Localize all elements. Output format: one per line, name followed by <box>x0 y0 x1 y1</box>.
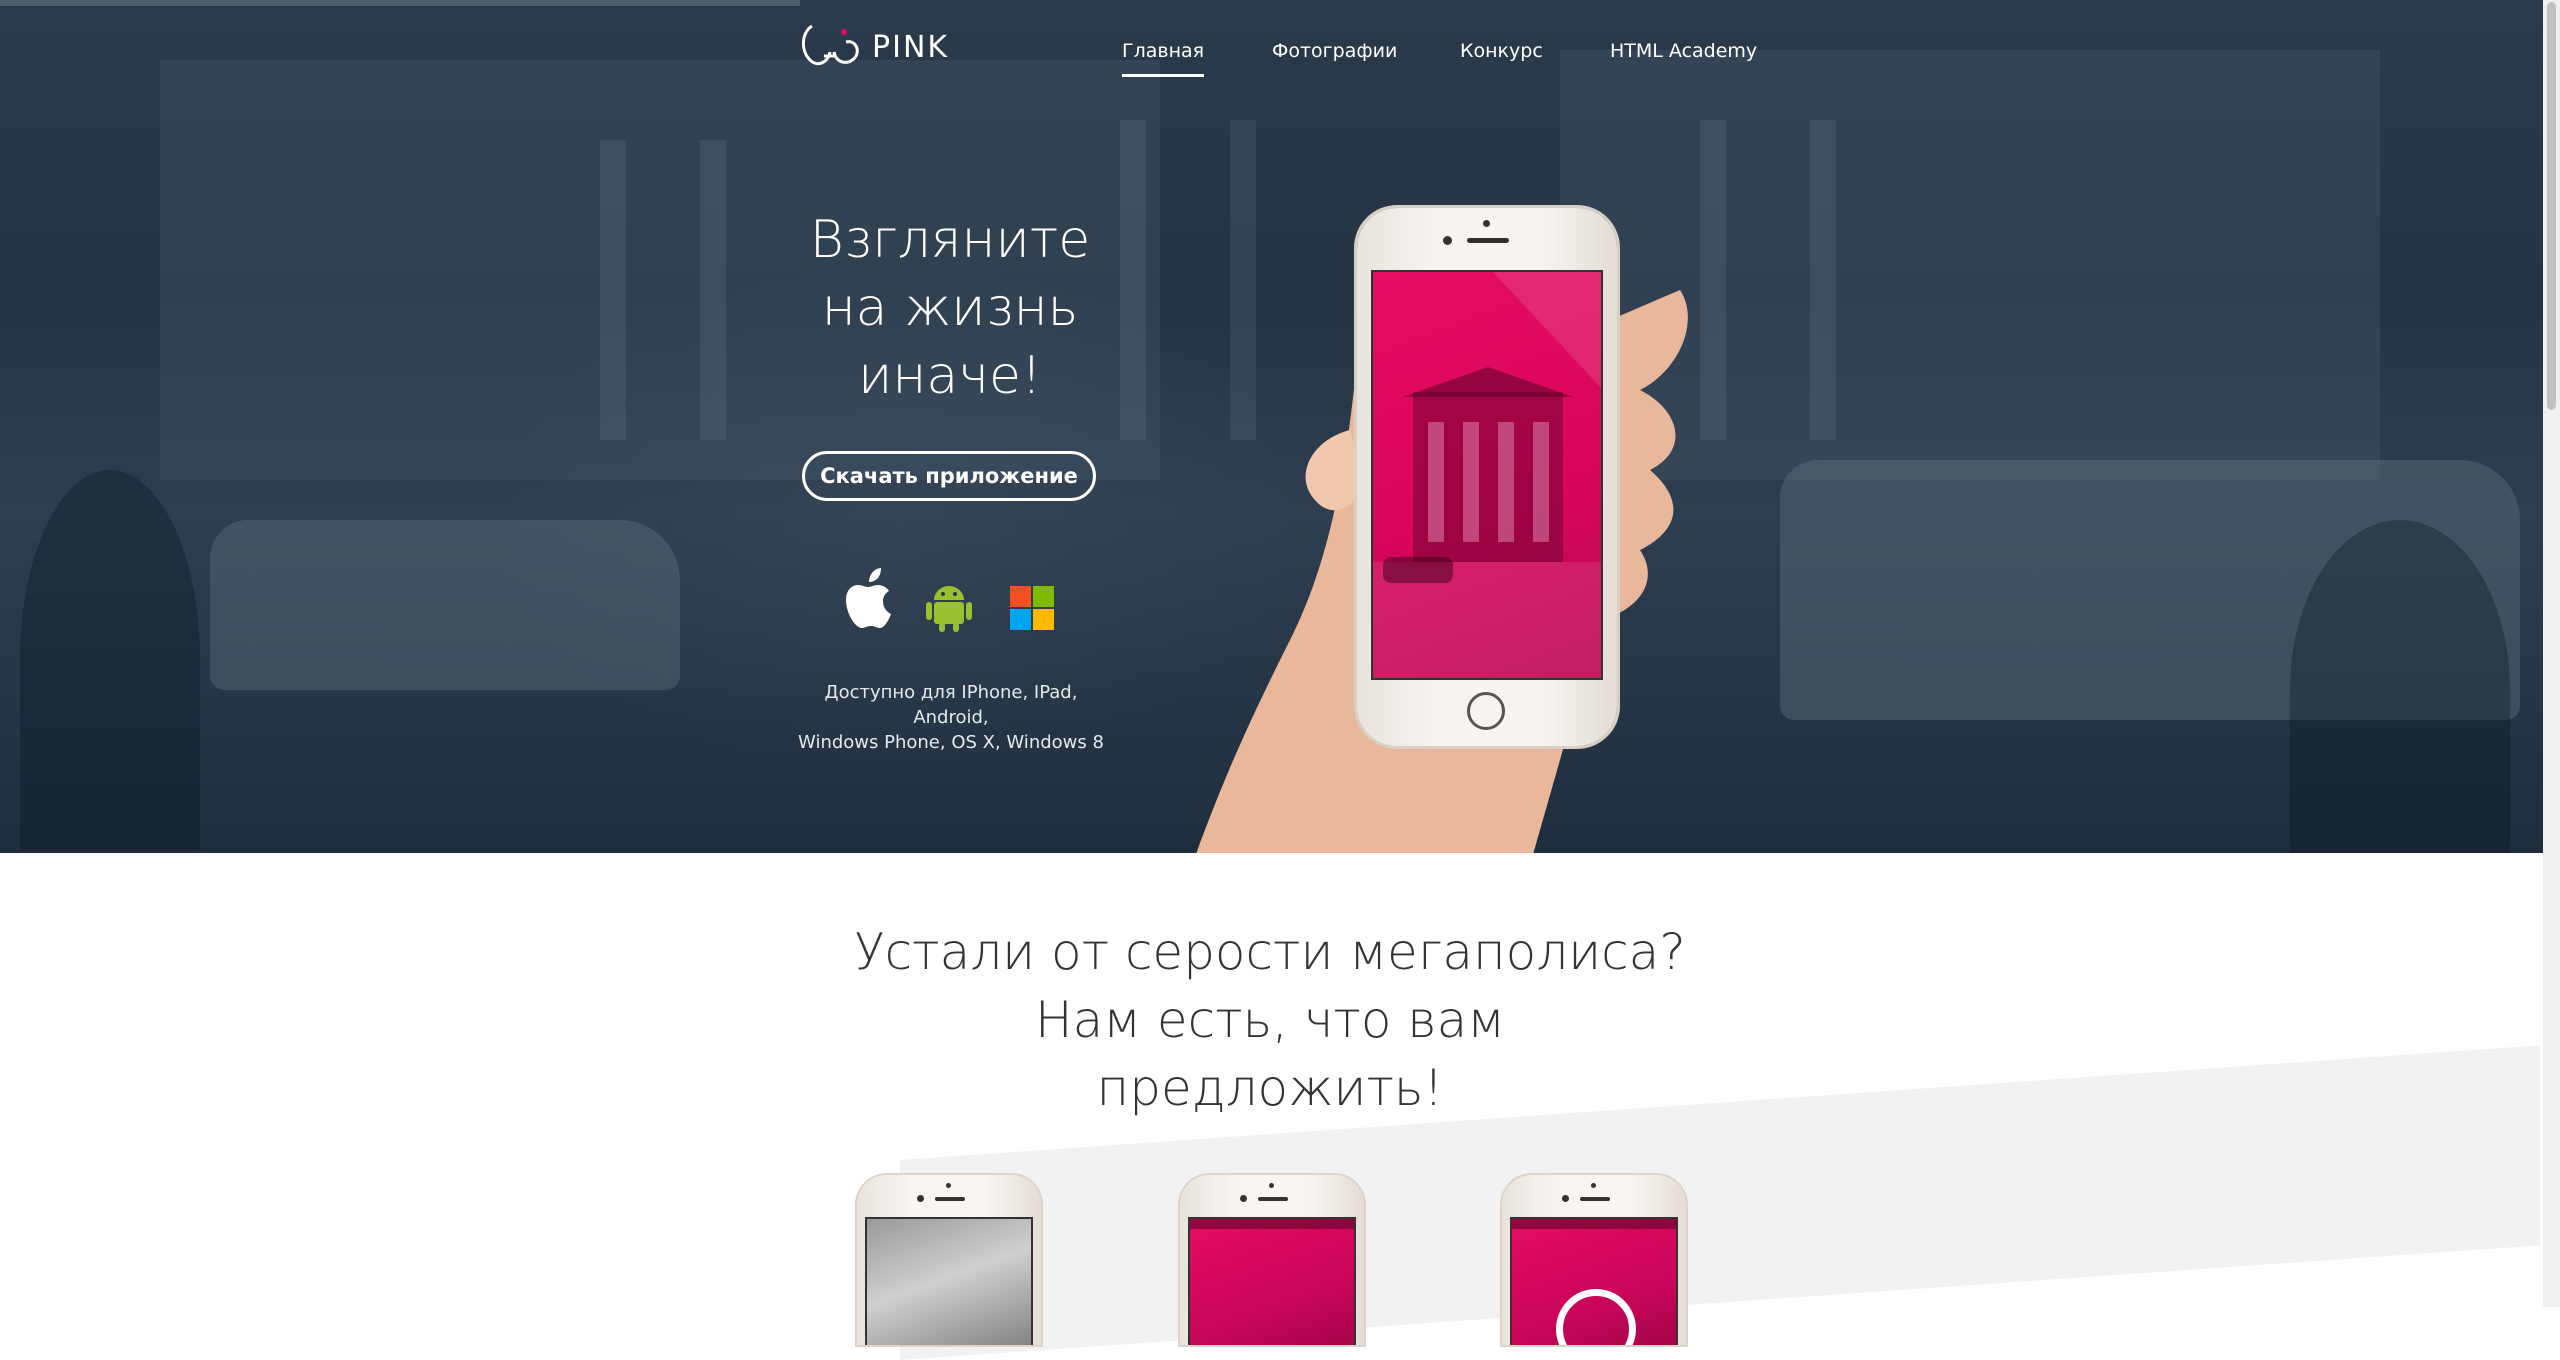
hero-title-line: на жизнь <box>821 278 1079 338</box>
library-photo-icon <box>1373 272 1601 678</box>
feature-phone-2 <box>1180 1175 1364 1345</box>
building-column <box>600 140 626 440</box>
phone-sensor <box>1562 1195 1569 1202</box>
phone-screen-pink <box>1510 1217 1678 1345</box>
availability-line: Доступно для IPhone, IPad, Android, <box>824 682 1078 728</box>
phone-camera <box>1483 220 1490 227</box>
availability-note: Доступно для IPhone, IPad, Android, Wind… <box>790 680 1112 755</box>
android-icon[interactable] <box>926 580 972 632</box>
crowd-left <box>20 470 200 850</box>
section-title-line: Нам есть, что вам <box>1035 991 1505 1049</box>
phone-speaker <box>935 1197 965 1201</box>
nav-item-home[interactable]: Главная <box>1122 40 1205 77</box>
phone-screen <box>1371 270 1603 680</box>
phone-sensor <box>1240 1195 1247 1202</box>
feature-phone-1 <box>857 1175 1041 1345</box>
phone-speaker <box>1258 1197 1288 1201</box>
nav-item-html-academy[interactable]: HTML Academy <box>1610 40 1757 62</box>
phone-screen-gray <box>865 1217 1033 1345</box>
phone-camera <box>1269 1183 1274 1188</box>
building-column <box>1810 120 1836 440</box>
nav-item-photos[interactable]: Фотографии <box>1272 40 1397 62</box>
phone-sensor <box>917 1195 924 1202</box>
building-column <box>700 140 726 440</box>
hero-title-line: иначе! <box>858 346 1042 406</box>
scrollbar-thumb[interactable] <box>2547 2 2556 410</box>
windows-icon[interactable] <box>1010 586 1054 630</box>
building-column <box>1700 120 1726 440</box>
phone-status-bar <box>1190 1219 1354 1229</box>
phone-status-bar <box>1512 1219 1676 1229</box>
nav-item-contest[interactable]: Конкурс <box>1460 40 1543 62</box>
feature-phone-3 <box>1502 1175 1686 1345</box>
download-app-button[interactable]: Скачать приложение <box>802 451 1096 501</box>
phone-mockup <box>1357 208 1617 746</box>
phone-home-button <box>1467 692 1505 730</box>
phone-camera <box>946 1183 951 1188</box>
availability-line: Windows Phone, OS X, Windows 8 <box>798 732 1104 753</box>
capture-circle-icon <box>1556 1289 1636 1345</box>
phone-speaker <box>1580 1197 1610 1201</box>
section-title: Устали от серости мегаполиса? Нам есть, … <box>770 918 1770 1122</box>
apple-icon[interactable] <box>846 568 900 630</box>
phone-camera <box>1591 1183 1596 1188</box>
phone-sensor <box>1443 236 1452 245</box>
phone-screen-pink <box>1188 1217 1356 1345</box>
top-strip <box>0 0 800 6</box>
page-scrollbar[interactable] <box>2543 0 2560 1307</box>
phone-speaker <box>1467 238 1509 243</box>
section-title-line: предложить! <box>1096 1059 1444 1117</box>
hero-title: Взгляните на жизнь иначе! <box>800 206 1100 410</box>
section-title-line: Устали от серости мегаполиса? <box>854 923 1686 981</box>
taxi-left <box>210 520 680 690</box>
hero-title-line: Взгляните <box>809 210 1091 270</box>
crowd-right <box>2290 520 2510 853</box>
brand-name[interactable]: PINK <box>872 30 949 65</box>
hero-section: PINK Главная Фотографии Конкурс HTML Aca… <box>0 0 2543 853</box>
